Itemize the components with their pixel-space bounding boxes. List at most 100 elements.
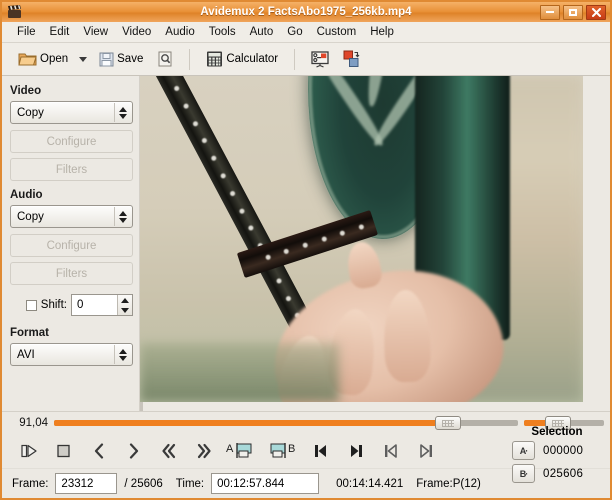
audio-codec-select[interactable]: Copy (10, 205, 133, 228)
menu-edit[interactable]: Edit (43, 24, 77, 40)
video-codec-value: Copy (17, 107, 44, 119)
format-select[interactable]: AVI (10, 343, 133, 366)
svg-text:A: A (226, 443, 234, 455)
maximize-button[interactable] (563, 5, 583, 20)
frame-value: 23312 (61, 478, 93, 490)
video-filters-button[interactable]: Filters (10, 158, 133, 181)
video-codec-spinner-icon (114, 103, 131, 122)
zoom-value: 91,04 (10, 417, 48, 429)
mark-a-button[interactable]: A (222, 438, 262, 464)
next-keyframe-icon (347, 443, 365, 459)
minimize-button[interactable] (540, 5, 560, 20)
audio-filters-button[interactable]: Filters (10, 262, 133, 285)
calculator-label: Calculator (226, 53, 278, 65)
save-label: Save (117, 53, 143, 65)
shift-label: Shift: (41, 299, 67, 311)
time-input[interactable]: 00:12:57.844 (211, 473, 319, 494)
time-label: Time: (176, 478, 204, 490)
audio-shift-row: Shift: 0 (10, 294, 133, 316)
go-to-end-button[interactable] (409, 438, 443, 464)
video-codec-select[interactable]: Copy (10, 101, 133, 124)
set-marker-b-button[interactable]: B· (512, 464, 535, 483)
chevron-down-icon[interactable] (79, 57, 87, 62)
frame-type: Frame:P(12) (416, 478, 481, 490)
close-button[interactable] (586, 5, 606, 20)
jobs-button[interactable] (305, 47, 335, 72)
format-group-label: Format (10, 327, 133, 339)
presentation-board-icon (311, 51, 329, 68)
selection-title: Selection (512, 426, 602, 438)
previous-frame-button[interactable] (82, 438, 116, 464)
menu-file[interactable]: File (10, 24, 43, 40)
timeline-slider[interactable] (54, 420, 518, 426)
format-spinner-icon (114, 345, 131, 364)
menu-help[interactable]: Help (363, 24, 401, 40)
prev-keyframe-icon (312, 443, 330, 459)
forward-icon (195, 443, 213, 459)
audio-codec-spinner-icon (114, 207, 131, 226)
play-button[interactable] (12, 438, 46, 464)
calculator-button[interactable]: Calculator (200, 47, 284, 71)
stop-icon (56, 444, 72, 458)
next-frame-icon (127, 443, 141, 459)
timeline-slider-handle[interactable] (435, 416, 461, 430)
mark-a-icon: A (226, 441, 258, 461)
video-foreground-blur (140, 343, 339, 402)
timeline-slider-fill (54, 420, 448, 426)
marker-b-value: 025606 (543, 468, 583, 480)
rewind-button[interactable] (152, 438, 186, 464)
main-toolbar: Open Save (2, 43, 610, 76)
shift-value: 0 (77, 299, 83, 311)
toolbar-separator-1 (189, 49, 190, 70)
stop-button[interactable] (47, 438, 81, 464)
menu-custom[interactable]: Custom (310, 24, 364, 40)
time-value: 00:12:57.844 (217, 478, 284, 490)
set-marker-a-button[interactable]: A· (512, 441, 535, 460)
frame-label: Frame: (12, 478, 48, 490)
menu-audio[interactable]: Audio (158, 24, 201, 40)
menu-video[interactable]: Video (115, 24, 158, 40)
audio-configure-button[interactable]: Configure (10, 234, 133, 257)
video-canvas[interactable] (140, 76, 583, 402)
encoder-side-panel: Video Copy Configure Filters Audio Copy … (2, 76, 140, 411)
maximize-icon (569, 9, 577, 16)
play-icon (20, 444, 38, 458)
shift-input[interactable]: 0 (71, 294, 133, 316)
body-area: Video Copy Configure Filters Audio Copy … (2, 76, 610, 411)
shift-checkbox[interactable] (26, 300, 37, 311)
video-configure-button[interactable]: Configure (10, 130, 133, 153)
mark-b-button[interactable]: B (263, 438, 303, 464)
menu-tools[interactable]: Tools (202, 24, 243, 40)
magnifier-document-icon (157, 51, 173, 67)
frame-total: / 25606 (124, 478, 162, 490)
selection-b-row: B· 025606 (512, 464, 602, 483)
menu-go[interactable]: Go (280, 24, 309, 40)
queue-button[interactable] (337, 46, 367, 72)
mark-b-icon: B (267, 441, 299, 461)
format-value: AVI (17, 349, 35, 361)
go-to-previous-keyframe-button[interactable] (304, 438, 338, 464)
info-button[interactable] (151, 47, 179, 71)
audio-group-label: Audio (10, 189, 133, 201)
next-frame-button[interactable] (117, 438, 151, 464)
marker-a-value: 000000 (543, 445, 583, 457)
video-group-label: Video (10, 85, 133, 97)
menu-view[interactable]: View (76, 24, 115, 40)
floppy-disk-icon (99, 52, 114, 67)
open-button[interactable]: Open (12, 47, 74, 71)
shift-spinner-icon[interactable] (117, 295, 132, 315)
rewind-icon (160, 443, 178, 459)
save-button[interactable]: Save (93, 48, 149, 71)
forward-button[interactable] (187, 438, 221, 464)
go-end-icon (417, 443, 435, 459)
menu-bar: File Edit View Video Audio Tools Auto Go… (2, 22, 610, 43)
go-to-next-keyframe-button[interactable] (339, 438, 373, 464)
close-icon (592, 8, 601, 17)
audio-codec-value: Copy (17, 211, 44, 223)
selection-panel: Selection A· 000000 B· 025606 (508, 424, 606, 496)
minimize-icon (546, 11, 554, 13)
menu-auto[interactable]: Auto (243, 24, 281, 40)
frame-input[interactable]: 23312 (55, 473, 117, 494)
go-to-start-button[interactable] (374, 438, 408, 464)
clapperboard-icon (5, 4, 23, 20)
